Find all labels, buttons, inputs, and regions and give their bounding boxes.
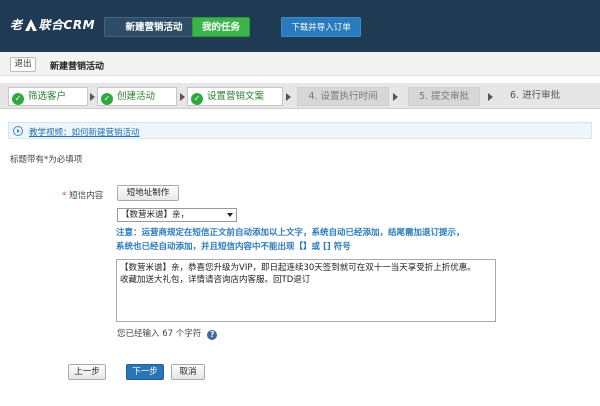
chevron-down-icon bbox=[227, 213, 233, 217]
step-arrow-icon bbox=[488, 93, 493, 101]
cancel-button[interactable]: 取消 bbox=[171, 364, 205, 380]
check-icon: ✓ bbox=[12, 93, 24, 105]
message-line-2: 收藏加送大礼包，详情请咨询店内客服。回TD退订 bbox=[120, 275, 311, 285]
step-submit-approval: 5. 提交审批 bbox=[408, 87, 480, 106]
step-label: 筛选客户 bbox=[28, 91, 67, 102]
check-icon: ✓ bbox=[101, 93, 113, 105]
page-title: 新建营销活动 bbox=[50, 62, 105, 72]
top-header: 老 联合CRM 新建营销活动 我的任务 下载并导入订单 bbox=[0, 0, 600, 52]
char-count-text: 您已经输入 67 个字符 bbox=[117, 329, 202, 339]
step-arrow-icon bbox=[286, 93, 291, 101]
step-filter-customers[interactable]: ✓ 筛选客户 bbox=[8, 87, 88, 106]
nav-new-campaign-button[interactable]: 新建营销活动 bbox=[104, 17, 204, 37]
step-approve: 6. 进行审批 bbox=[510, 90, 561, 101]
signature-select-value: 【数营米谱】亲， bbox=[121, 210, 190, 220]
step-set-time: 4. 设置执行时间 bbox=[297, 87, 389, 106]
operator-notice: 注意：运营商规定在短信正文前自动添加以上文字，系统自动已经添加，结尾需加退订提示… bbox=[116, 226, 496, 254]
step-create-campaign[interactable]: ✓ 创建活动 bbox=[97, 87, 177, 106]
nav-download-import-button[interactable]: 下载并导入订单 bbox=[281, 17, 361, 37]
exit-button[interactable]: 退出 bbox=[10, 57, 36, 72]
next-step-button[interactable]: 下一步 bbox=[126, 364, 164, 380]
check-icon: ✓ bbox=[191, 93, 203, 105]
step-arrow-icon bbox=[90, 93, 95, 101]
message-line-1: 【数营米谱】亲，恭喜您升级为VIP，即日起连续30天签到就可在双十一当天享受折上… bbox=[120, 263, 476, 273]
tutorial-video-link[interactable]: 教学视频：如何新建营销活动 bbox=[29, 126, 140, 138]
step-label: 创建活动 bbox=[117, 91, 156, 102]
char-count: 您已经输入 67 个字符? bbox=[117, 327, 218, 340]
play-circle-icon bbox=[13, 126, 23, 136]
logo-text-left: 老 bbox=[10, 18, 23, 32]
notice-line-1: 注意：运营商规定在短信正文前自动添加以上文字，系统自动已经添加，结尾需加退订提示… bbox=[116, 228, 465, 238]
step-set-copy[interactable]: ✓ 设置营销文案 bbox=[187, 87, 283, 106]
notice-line-2: 系统也已经自动添加，并且短信内容中不能出现【】或 [] 符号 bbox=[116, 242, 351, 252]
sms-label-text: 短信内容 bbox=[69, 191, 104, 201]
help-icon[interactable]: ? bbox=[207, 330, 218, 340]
sub-header: 退出 新建营销活动 bbox=[0, 52, 600, 76]
step-arrow-icon bbox=[393, 93, 398, 101]
required-note: 标题带有*为必填项 bbox=[10, 155, 83, 165]
step-label: 设置营销文案 bbox=[207, 91, 265, 102]
wizard-steps: ✓ 筛选客户 ✓ 创建活动 ✓ 设置营销文案 4. 设置执行时间 5. 提交审批 6.… bbox=[0, 83, 600, 109]
logo-text-right: 联合CRM bbox=[38, 18, 96, 32]
nav-my-tasks-button[interactable]: 我的任务 bbox=[192, 17, 250, 37]
prev-step-button[interactable]: 上一步 bbox=[68, 364, 106, 380]
short-url-button[interactable]: 短地址制作 bbox=[117, 185, 179, 201]
tutorial-bar: 教学视频：如何新建营销活动 bbox=[8, 122, 592, 139]
message-textarea[interactable]: 【数营米谱】亲，恭喜您升级为VIP，即日起连续30天签到就可在双十一当天享受折上… bbox=[116, 259, 496, 322]
signature-select[interactable]: 【数营米谱】亲， bbox=[117, 208, 237, 222]
step-arrow-icon bbox=[180, 93, 185, 101]
logo-mark-icon bbox=[24, 19, 37, 31]
sms-content-label: * 短信内容 bbox=[62, 191, 104, 201]
app-logo[interactable]: 老 联合CRM bbox=[10, 16, 95, 33]
